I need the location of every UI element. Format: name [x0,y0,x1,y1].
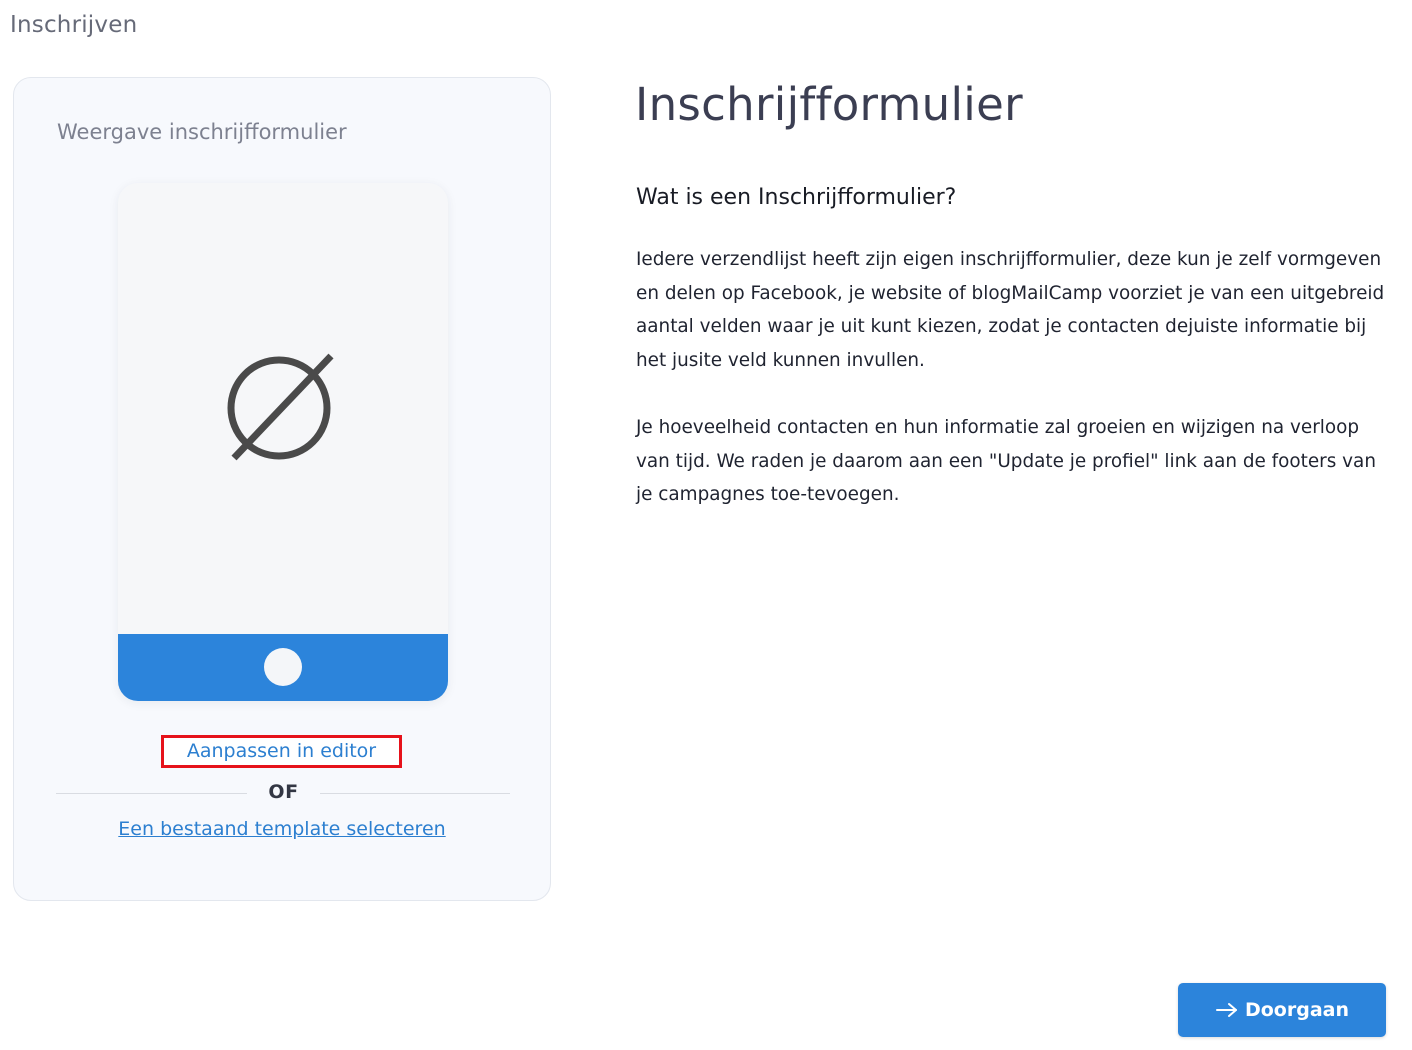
continue-button[interactable]: Doorgaan [1178,983,1386,1037]
info-title: Inschrijfformulier [635,78,1023,131]
divider-line-left [56,793,247,794]
info-subtitle: Wat is een Inschrijfformulier? [636,185,957,210]
page-header-title: Inschrijven [10,12,138,38]
arrow-right-icon [1215,1003,1237,1017]
divider-line-right [320,793,510,794]
or-divider-text: OF [268,781,299,803]
phone-home-button [264,648,302,686]
info-paragraph-2: Je hoeveelheid contacten en hun informat… [636,417,1376,505]
phone-preview [118,183,448,701]
customize-in-editor-link[interactable]: Aanpassen in editor [161,735,402,768]
select-existing-template-link[interactable]: Een bestaand template selecteren [14,818,550,840]
info-paragraph-1: Iedere verzendlijst heeft zijn eigen ins… [636,249,1385,371]
continue-button-label: Doorgaan [1244,999,1350,1021]
form-preview-card: Weergave inschrijfformulier Aanpassen in… [13,77,551,901]
phone-bottom-bar [118,634,448,701]
preview-title: Weergave inschrijfformulier [57,120,347,144]
empty-set-icon [227,353,334,461]
